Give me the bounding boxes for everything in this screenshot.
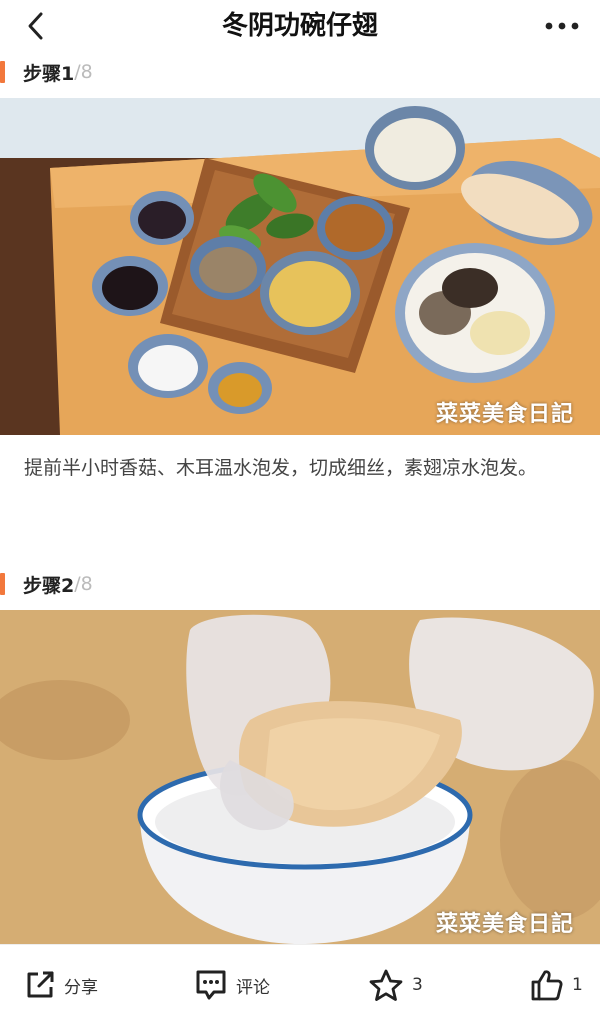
more-button[interactable] [542,8,582,44]
chicken-rinse-photo [0,610,600,944]
ingredients-photo [0,98,600,435]
chevron-left-icon [28,12,43,40]
comment-icon [196,970,226,1000]
share-icon [27,971,54,998]
step-accent-bar [0,573,5,595]
thumbs-up-icon [531,970,563,1001]
step-2-image[interactable]: 菜菜美食日記 [0,610,600,944]
like-button[interactable]: 1 [530,945,583,1024]
step-1-label: 步骤1 [23,62,75,85]
comment-label: 评论 [236,977,270,998]
star-icon [369,969,403,1001]
like-count: 1 [572,975,583,995]
step-2-header: 步骤2 /8 [0,570,93,598]
step-accent-bar [0,61,5,83]
share-label: 分享 [64,977,98,998]
watermark-text: 菜菜美食日記 [435,402,574,427]
star-button[interactable]: 3 [368,945,423,1024]
top-nav-bar: 冬阴功碗仔翅 [0,0,600,52]
step-1-header: 步骤1 /8 [0,58,93,86]
more-dots-icon [545,22,579,30]
step-1-image[interactable]: 菜菜美食日記 [0,98,600,435]
recipe-step-page: 冬阴功碗仔翅 步骤1 /8 菜菜美食日記 提前半小时香菇、木耳温水泡发，切成细丝… [0,0,600,1024]
step-2-label: 步骤2 [23,574,75,597]
watermark-text: 菜菜美食日記 [435,912,574,937]
back-button[interactable] [18,8,54,44]
step-1-description: 提前半小时香菇、木耳温水泡发，切成细丝，素翅凉水泡发。 [24,457,538,479]
step-1-total: /8 [74,61,93,83]
share-button[interactable]: 分享 [24,945,98,1024]
page-title: 冬阴功碗仔翅 [221,11,378,41]
bottom-action-bar: 分享 评论 3 1 [0,944,600,1024]
step-2-total: /8 [74,573,93,595]
star-count: 3 [412,975,423,995]
comment-button[interactable]: 评论 [194,945,270,1024]
